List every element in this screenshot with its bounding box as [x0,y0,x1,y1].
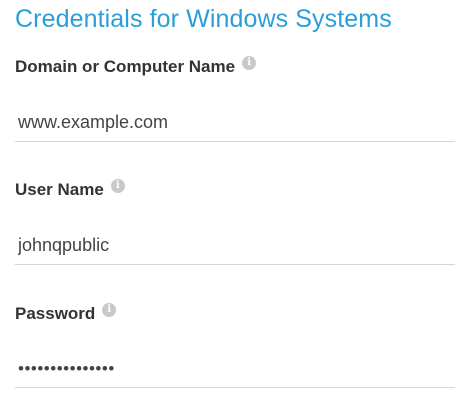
domain-input[interactable] [15,104,455,142]
domain-label: Domain or Computer Name [15,57,236,76]
domain-info-icon[interactable]: i [242,56,257,70]
domain-label-row: Domain or Computer Name i [15,56,455,78]
username-label-row: User Name i [15,179,455,201]
windows-credentials-panel: Credentials for Windows Systems Domain o… [0,0,455,402]
section-title: Credentials for Windows Systems [15,5,392,33]
domain-field-group: Domain or Computer Name i [15,56,455,142]
password-input[interactable] [15,350,455,388]
password-info-icon[interactable]: i [102,303,117,317]
username-label: User Name [15,180,104,199]
username-info-icon[interactable]: i [110,179,125,193]
password-field-group: Password i [15,303,455,388]
username-input[interactable] [15,227,455,265]
password-label: Password [15,304,96,323]
password-label-row: Password i [15,303,455,325]
username-field-group: User Name i [15,179,455,265]
